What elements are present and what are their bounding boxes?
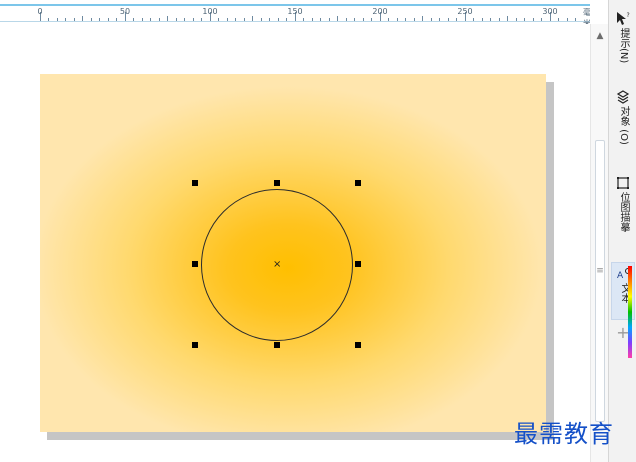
ruler-tick [286, 18, 287, 21]
ruler-tick [320, 18, 321, 21]
ruler-tick [48, 18, 49, 21]
ruler-tick [575, 18, 576, 21]
tab-bitmap-trace[interactable]: 位图描摹 [611, 172, 635, 254]
ruler-tick [91, 18, 92, 21]
ruler-tick [448, 18, 449, 21]
ruler-label-250: 250 [457, 7, 473, 16]
ruler-tick [431, 18, 432, 21]
ruler-label-150: 150 [287, 7, 303, 16]
ruler-tick [278, 18, 279, 21]
svg-text:A: A [617, 271, 624, 281]
ruler-tick [65, 18, 66, 21]
ruler-tick [193, 18, 194, 21]
question-pointer-icon: ? [615, 11, 631, 27]
ruler-tick [422, 16, 423, 21]
ruler-tick [218, 18, 219, 21]
tab-objects-label: 对象 (O) [618, 106, 629, 145]
center-marker-icon: × [273, 259, 282, 270]
ruler-tick [142, 18, 143, 21]
ruler-tick [499, 18, 500, 21]
ruler-label-100: 100 [202, 7, 218, 16]
ruler-tick [490, 18, 491, 21]
selection-handle-bottom-left[interactable] [192, 342, 198, 348]
drawing-canvas[interactable]: × [0, 24, 590, 462]
ruler-tick [99, 18, 100, 21]
ruler-tick [397, 18, 398, 21]
selection-handle-top-center[interactable] [274, 180, 280, 186]
ruler-tick [269, 18, 270, 21]
ruler-tick [159, 18, 160, 21]
watermark-text: 最需教育 [514, 420, 614, 448]
ruler-tick [516, 18, 517, 21]
scroll-up-icon[interactable]: ▲ [594, 31, 606, 41]
ruler-baseline [0, 21, 590, 22]
vertical-scrollbar[interactable]: ▲ ≡ [590, 24, 608, 462]
selection-handle-middle-right[interactable] [355, 261, 361, 267]
selection-handle-bottom-center[interactable] [274, 342, 280, 348]
ruler-tick [388, 18, 389, 21]
ruler-tick [133, 18, 134, 21]
ruler-tick [533, 18, 534, 21]
scroll-thumb[interactable] [595, 140, 605, 422]
ruler-tick [541, 18, 542, 21]
ruler-tick [439, 18, 440, 21]
ruler-tick [108, 18, 109, 21]
ruler-tick [371, 18, 372, 21]
ruler-label-0: 0 [37, 7, 43, 16]
ruler-label-200: 200 [372, 7, 388, 16]
ruler-tick [524, 18, 525, 21]
ruler-tick [74, 18, 75, 21]
selection-handle-top-right[interactable] [355, 180, 361, 186]
ruler-tick [405, 18, 406, 21]
ruler-tick [456, 18, 457, 21]
ruler-tick [303, 18, 304, 21]
scroll-grip-icon[interactable]: ≡ [595, 266, 605, 276]
ruler-tick [567, 18, 568, 21]
selection-handle-top-left[interactable] [192, 180, 198, 186]
bitmap-trace-icon [615, 175, 631, 191]
ruler-tick [235, 18, 236, 21]
selection-handle-bottom-right[interactable] [355, 342, 361, 348]
horizontal-ruler: 0 50 100 150 200 250 300 毫米 [0, 0, 590, 24]
ruler-tick [473, 18, 474, 21]
ruler-tick [558, 18, 559, 21]
tab-objects[interactable]: 对象 (O) [611, 86, 635, 156]
ruler-tick [176, 18, 177, 21]
ruler-tick [82, 16, 83, 21]
ruler-tick [414, 18, 415, 21]
ruler-tick [354, 18, 355, 21]
ruler-tick [244, 18, 245, 21]
ruler-tick [116, 18, 117, 21]
ruler-tick [261, 18, 262, 21]
ruler-unit: 毫米 [583, 8, 590, 24]
ruler-tick [363, 18, 364, 21]
ruler-label-50: 50 [119, 7, 131, 16]
tab-hints-label: 提示(N) [618, 28, 629, 64]
ruler-tick [482, 18, 483, 21]
tab-hints[interactable]: ? 提示(N) [611, 8, 635, 74]
ruler-tick [346, 18, 347, 21]
ruler-tick [150, 18, 151, 21]
ruler-top-line [0, 4, 590, 6]
ruler-tick [201, 18, 202, 21]
selection-handle-middle-left[interactable] [192, 261, 198, 267]
ruler-label-300: 300 [542, 7, 558, 16]
ruler-tick [184, 18, 185, 21]
color-palette-strip[interactable] [628, 266, 632, 358]
ruler-tick [312, 18, 313, 21]
ruler-tick [252, 16, 253, 21]
ruler-tick [507, 16, 508, 21]
ruler-tick [329, 18, 330, 21]
svg-text:?: ? [627, 12, 630, 19]
ruler-tick [337, 16, 338, 21]
ruler-tick [167, 16, 168, 21]
ruler-tick [227, 18, 228, 21]
tab-bitmap-trace-label: 位图描摹 [618, 192, 629, 232]
ruler-tick [57, 18, 58, 21]
docker-tab-strip: ? 提示(N) 对象 (O) 位图描摹 A 文本 + [608, 0, 636, 462]
object-stack-icon [615, 89, 631, 105]
